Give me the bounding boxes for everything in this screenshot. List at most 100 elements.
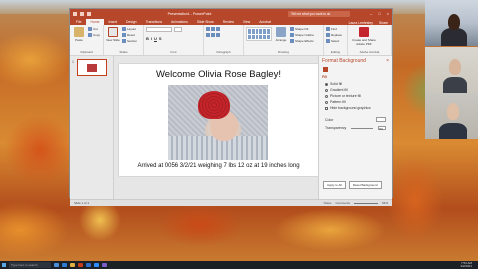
close-icon[interactable]: × <box>387 11 389 16</box>
section-button[interactable]: Section <box>122 39 137 43</box>
photo-red-hat <box>198 91 230 119</box>
status-bar: Slide 1 of 1 Notes Comments 54% <box>70 199 392 206</box>
apply-to-all-button[interactable]: Apply to All <box>323 181 346 189</box>
copy-icon <box>88 33 92 37</box>
undo-icon[interactable] <box>80 11 84 16</box>
slide-caption[interactable]: Arrived at 0056 3/2/21 weighing 7 lbs 12… <box>119 163 318 169</box>
reset-button[interactable]: Reset <box>122 33 137 37</box>
bullets-button[interactable] <box>206 27 220 31</box>
shape-outline-icon <box>290 33 294 37</box>
paste-label: Paste <box>75 38 83 42</box>
ribbon-tabs: File Home Insert Design Transitions Anim… <box>70 18 392 25</box>
font-size-box[interactable] <box>174 27 182 32</box>
find-button[interactable]: Find <box>326 27 342 31</box>
clipboard-group: Paste Cut Copy Clipboard <box>70 25 104 55</box>
radio-selected-icon <box>325 82 328 86</box>
save-icon[interactable] <box>73 11 77 16</box>
participant-head <box>449 59 461 75</box>
comments-button[interactable]: Comments <box>335 201 350 205</box>
shadow-button[interactable]: S <box>159 36 162 41</box>
reset-background-button[interactable]: Reset Background <box>348 181 382 189</box>
replace-icon <box>326 33 330 37</box>
pane-close-icon[interactable]: × <box>386 58 389 64</box>
taskbar: Type here to search 7:53 AM 3/2/2021 <box>0 261 478 269</box>
section-label: Section <box>127 39 138 43</box>
numbering-icon <box>211 27 215 31</box>
baby-photo[interactable] <box>168 85 268 160</box>
zoom-app-icon[interactable] <box>94 263 99 267</box>
video-tile-2[interactable] <box>425 47 478 93</box>
minimize-icon[interactable]: – <box>370 11 372 16</box>
cut-button[interactable]: Cut <box>88 27 100 31</box>
video-tile-3[interactable] <box>425 93 478 139</box>
powerpoint-taskbar-icon[interactable] <box>78 263 83 267</box>
pattern-fill-label: Pattern fill <box>330 100 346 104</box>
replace-label: Replace <box>331 33 343 37</box>
solid-fill-label: Solid fill <box>330 82 343 86</box>
transparency-value[interactable]: 0% <box>378 126 386 131</box>
participant-head <box>448 14 460 30</box>
shape-outline-button[interactable]: Shape Outline <box>290 33 314 37</box>
editing-group-label: Editing <box>330 50 341 54</box>
system-clock[interactable]: 7:53 AM 3/2/2021 <box>460 261 478 268</box>
font-name-box[interactable] <box>146 27 172 32</box>
checkbox-icon <box>325 106 328 110</box>
copy-button[interactable]: Copy <box>88 33 100 37</box>
align-button[interactable] <box>206 33 220 37</box>
slide-editor: Welcome Olivia Rose Bagley! Arrived at 0… <box>114 56 318 199</box>
notes-button[interactable]: Notes <box>324 201 332 205</box>
fill-bucket-icon[interactable] <box>323 67 328 72</box>
edge-icon[interactable] <box>62 263 67 267</box>
teams-icon[interactable] <box>102 263 107 267</box>
layout-button[interactable]: Layout <box>122 27 137 31</box>
slides-group: New Slide Layout Reset Section Slides <box>104 25 144 55</box>
underline-button[interactable]: U <box>154 36 157 41</box>
pdf-icon <box>359 27 369 37</box>
start-windows-icon[interactable] <box>2 263 6 267</box>
italic-button[interactable]: I <box>151 36 152 41</box>
shape-fill-icon <box>290 27 294 31</box>
transparency-slider[interactable] <box>351 127 374 129</box>
shape-effects-label: Shape Effects <box>295 39 314 43</box>
acrobat-group: Create and Share Adobe PDF Adobe Acrobat <box>348 25 392 55</box>
participant-head <box>447 103 459 120</box>
align-center-icon <box>211 33 215 37</box>
bold-button[interactable]: B <box>146 36 149 41</box>
slide-count: Slide 1 of 1 <box>74 201 90 205</box>
replace-button[interactable]: Replace <box>326 33 342 37</box>
fill-section-header[interactable]: Fill <box>319 73 392 81</box>
picture-fill-label: Picture or texture fill <box>330 94 361 98</box>
bullets-icon <box>206 27 210 31</box>
video-tile-1[interactable] <box>425 0 478 46</box>
slide-canvas[interactable]: Welcome Olivia Rose Bagley! Arrived at 0… <box>119 64 318 176</box>
window-title: Presentation1 - PowerPoint <box>167 11 212 16</box>
outlook-icon[interactable] <box>86 263 91 267</box>
hide-graphics-checkbox[interactable]: Hide background graphics <box>319 105 392 111</box>
clipboard-group-label: Clipboard <box>80 50 93 54</box>
taskbar-search[interactable]: Type here to search <box>9 262 51 268</box>
slide-title[interactable]: Welcome Olivia Rose Bagley! <box>119 69 318 80</box>
shapes-gallery[interactable] <box>246 27 272 41</box>
shape-fill-button[interactable]: Shape Fill <box>290 27 314 31</box>
indent-icon <box>216 27 220 31</box>
tell-me-search[interactable]: Tell me what you want to do <box>288 10 350 17</box>
file-explorer-icon[interactable] <box>70 263 75 267</box>
arrange-label: Arrange <box>275 38 287 42</box>
task-view-icon[interactable] <box>54 263 59 267</box>
zoom-level[interactable]: 54% <box>382 201 388 205</box>
drawing-group-label: Drawing <box>277 50 289 54</box>
color-picker[interactable] <box>376 117 386 122</box>
gradient-fill-label: Gradient fill <box>330 88 348 92</box>
acrobat-group-label: Adobe Acrobat <box>359 50 380 54</box>
shape-effects-button[interactable]: Shape Effects <box>290 39 314 43</box>
slide-thumbnail[interactable] <box>77 59 107 76</box>
radio-icon <box>325 94 328 98</box>
font-group: B I U S Font <box>144 25 204 55</box>
maximize-icon[interactable]: □ <box>378 11 380 16</box>
select-button[interactable]: Select <box>326 39 342 43</box>
layout-label: Layout <box>127 27 137 31</box>
slide-thumbnails: 1 <box>70 56 114 199</box>
cut-label: Cut <box>93 27 98 31</box>
transparency-label: Transparency <box>325 126 347 130</box>
zoom-slider[interactable] <box>353 202 378 204</box>
